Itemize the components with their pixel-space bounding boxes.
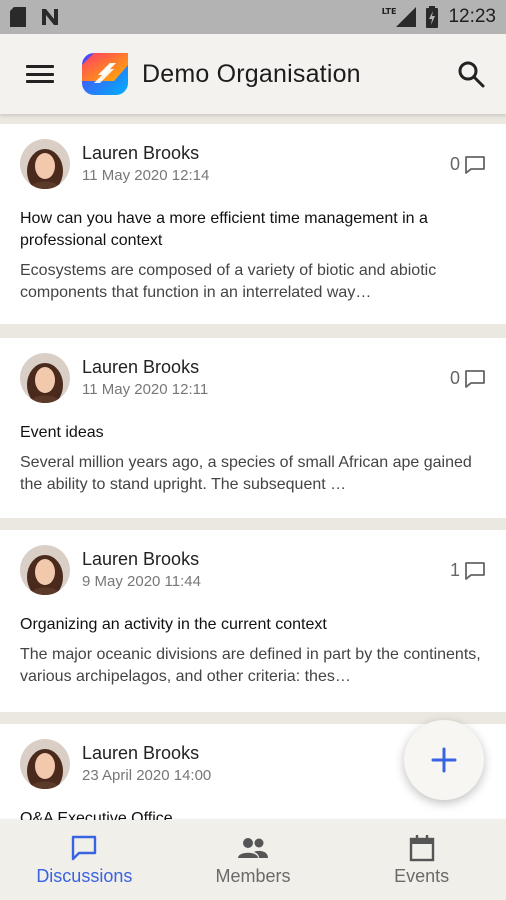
post-title[interactable]: How can you have a more efficient time m… (20, 208, 486, 252)
author-name[interactable]: Lauren Brooks (82, 743, 211, 764)
discussion-feed[interactable]: Lauren Brooks 11 May 2020 12:14 0 How ca… (0, 114, 506, 820)
avatar[interactable] (20, 139, 70, 189)
battery-icon (426, 6, 439, 28)
comment-count-value: 0 (449, 368, 460, 388)
hamburger-icon-line (26, 80, 54, 83)
discussion-card[interactable]: Lauren Brooks 11 May 2020 12:11 0 Event … (0, 338, 506, 518)
signal-icon (396, 7, 417, 27)
nav-label: Events (394, 866, 450, 886)
comment-count[interactable]: 1 (450, 560, 486, 581)
discussion-card[interactable]: Lauren Brooks 9 May 2020 11:44 1 Organiz… (0, 530, 506, 712)
post-date: 11 May 2020 12:11 (82, 380, 209, 398)
avatar[interactable] (20, 545, 70, 595)
author-name[interactable]: Lauren Brooks (82, 143, 209, 164)
post-title[interactable]: Event ideas (20, 422, 486, 444)
author-name[interactable]: Lauren Brooks (82, 357, 208, 378)
post-excerpt: Ecosystems are composed of a variety of … (20, 262, 437, 301)
comment-icon (465, 369, 485, 388)
search-icon[interactable] (456, 59, 486, 89)
plus-icon (431, 747, 457, 773)
post-date: 23 April 2020 14:00 (82, 766, 212, 784)
post-title[interactable]: Organizing an activity in the current co… (20, 614, 486, 636)
card-header: Lauren Brooks 9 May 2020 11:44 1 (20, 530, 486, 610)
nav-label: Discussions (36, 866, 133, 886)
new-discussion-button[interactable] (404, 720, 484, 800)
avatar[interactable] (20, 353, 70, 403)
organisation-logo-icon (82, 53, 128, 95)
chat-icon (72, 835, 97, 861)
post-excerpt: The major oceanic divisions are defined … (20, 646, 481, 685)
comment-icon (465, 561, 485, 580)
post-title[interactable]: Q&A Executive Office (20, 808, 486, 820)
nav-members[interactable]: Members (169, 820, 338, 900)
card-header: Lauren Brooks 11 May 2020 12:14 0 (20, 124, 486, 204)
status-bar: LTE 12:23 (0, 0, 506, 34)
card-header: Lauren Brooks 11 May 2020 12:11 0 (20, 338, 486, 418)
hamburger-icon-line (26, 72, 54, 76)
people-icon (238, 838, 268, 858)
app-bar: Demo Organisation (0, 34, 506, 114)
sd-card-icon (10, 7, 26, 27)
comment-count-value: 1 (449, 560, 460, 580)
nav-events[interactable]: Events (337, 820, 506, 900)
bottom-navigation: Discussions Members Events (0, 820, 506, 900)
post-date: 9 May 2020 11:44 (82, 572, 201, 590)
author-name[interactable]: Lauren Brooks (82, 549, 201, 570)
comment-count[interactable]: 0 (450, 368, 486, 389)
comment-count-value: 0 (449, 154, 460, 174)
post-date: 11 May 2020 12:14 (82, 166, 210, 184)
nav-discussions[interactable]: Discussions (0, 820, 169, 900)
post-excerpt: Several million years ago, a species of … (20, 454, 472, 493)
app-title: Demo Organisation (142, 59, 361, 88)
status-time: 12:23 (448, 6, 496, 27)
network-type: LTE (381, 6, 397, 16)
hamburger-icon-line (26, 65, 54, 68)
discussion-card[interactable]: Lauren Brooks 11 May 2020 12:14 0 How ca… (0, 124, 506, 324)
menu-button[interactable] (26, 63, 54, 85)
nav-label: Members (215, 866, 291, 886)
comment-icon (465, 155, 485, 174)
comment-count[interactable]: 0 (450, 154, 486, 175)
calendar-icon (409, 835, 434, 862)
notification-n-icon (42, 9, 58, 25)
avatar[interactable] (20, 739, 70, 789)
